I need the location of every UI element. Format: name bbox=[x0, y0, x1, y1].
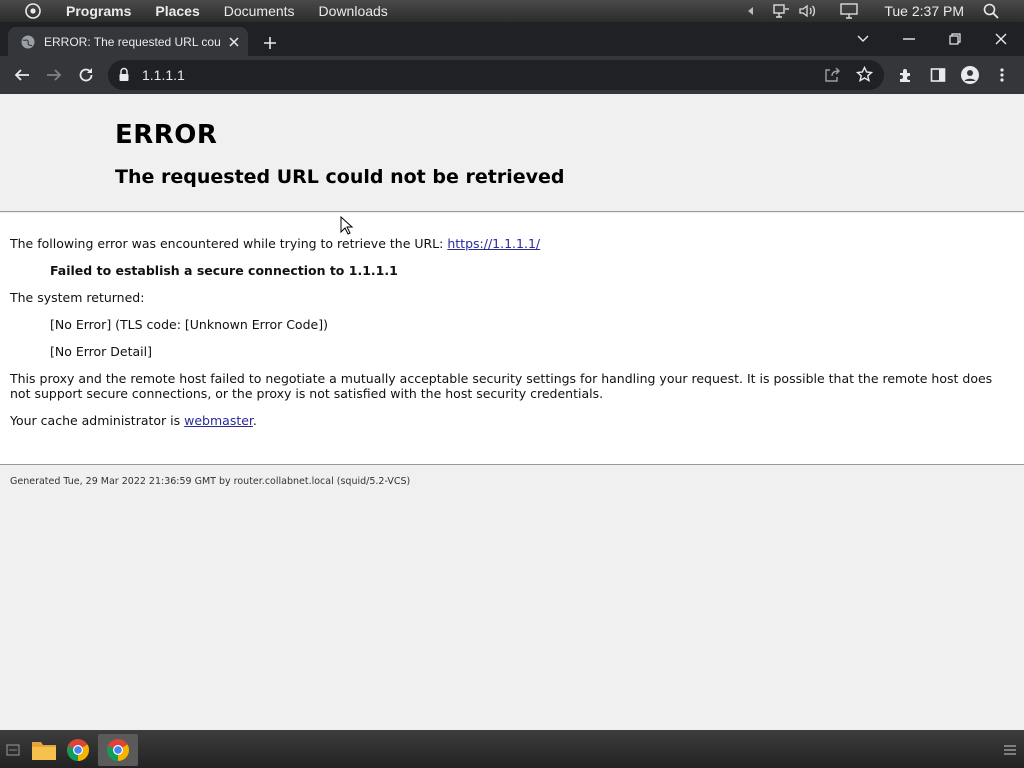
explanation-text: This proxy and the remote host failed to… bbox=[10, 371, 993, 401]
close-window-icon[interactable] bbox=[978, 22, 1024, 56]
page-content: ERROR The requested URL could not be ret… bbox=[0, 94, 1024, 730]
menu-places[interactable]: Places bbox=[155, 3, 199, 19]
intro-text: The following error was encountered whil… bbox=[10, 236, 444, 251]
browser-tab[interactable]: ERROR: The requested URL could not be re… bbox=[8, 27, 248, 56]
page-subtitle: The requested URL could not be retrieved bbox=[115, 166, 565, 188]
admin-suffix: . bbox=[252, 413, 257, 428]
profile-icon[interactable] bbox=[956, 61, 984, 89]
address-text[interactable]: 1.1.1.1 bbox=[142, 67, 185, 83]
forward-icon[interactable] bbox=[40, 61, 68, 89]
generated-footer: Generated Tue, 29 Mar 2022 21:36:59 GMT … bbox=[10, 476, 411, 487]
globe-icon bbox=[20, 34, 36, 50]
display-icon[interactable] bbox=[838, 0, 860, 22]
browser-toolbar: 1.1.1.1 bbox=[0, 56, 1024, 94]
show-desktop-icon[interactable] bbox=[0, 734, 26, 766]
back-icon[interactable] bbox=[8, 61, 36, 89]
admin-prefix: Your cache administrator is bbox=[10, 413, 181, 428]
mouse-cursor-icon bbox=[340, 215, 354, 240]
restore-icon[interactable] bbox=[932, 22, 978, 56]
file-manager-icon[interactable] bbox=[28, 734, 60, 766]
menu-kebab-icon[interactable] bbox=[988, 61, 1016, 89]
panel-collapse-icon[interactable] bbox=[740, 0, 762, 22]
new-tab-icon[interactable] bbox=[258, 31, 282, 55]
address-bar[interactable]: 1.1.1.1 bbox=[108, 60, 884, 90]
url-link[interactable]: https://1.1.1.1/ bbox=[447, 236, 540, 251]
taskbar-menu-icon[interactable] bbox=[996, 734, 1024, 766]
app-menu-icon[interactable] bbox=[22, 0, 44, 22]
clock[interactable]: Tue 2:37 PM bbox=[884, 3, 964, 19]
network-icon[interactable] bbox=[770, 0, 792, 22]
minimize-icon[interactable] bbox=[886, 22, 932, 56]
tab-search-icon[interactable] bbox=[840, 22, 886, 56]
menu-documents[interactable]: Documents bbox=[224, 3, 295, 19]
error-body: The following error was encountered whil… bbox=[0, 213, 1024, 465]
error-message: Failed to establish a secure connection … bbox=[50, 263, 398, 278]
chrome-launcher-icon[interactable] bbox=[62, 734, 94, 766]
admin-line: Your cache administrator is webmaster. bbox=[10, 413, 1010, 428]
webmaster-link[interactable]: webmaster bbox=[184, 413, 253, 428]
error-header: ERROR The requested URL could not be ret… bbox=[0, 94, 1024, 212]
menu-programs[interactable]: Programs bbox=[66, 3, 131, 19]
search-icon[interactable] bbox=[980, 0, 1002, 22]
reload-icon[interactable] bbox=[72, 61, 100, 89]
side-panel-icon[interactable] bbox=[924, 61, 952, 89]
volume-icon[interactable] bbox=[796, 0, 818, 22]
desktop-top-panel: Programs Places Documents Downloads Tue … bbox=[0, 0, 1024, 22]
tab-strip: ERROR: The requested URL could not be re… bbox=[0, 22, 1024, 56]
extensions-icon[interactable] bbox=[892, 61, 920, 89]
share-icon[interactable] bbox=[824, 67, 840, 87]
taskbar bbox=[0, 730, 1024, 768]
error-detail-line: [No Error Detail] bbox=[50, 344, 152, 359]
close-tab-icon[interactable] bbox=[226, 34, 242, 50]
chrome-window-task[interactable] bbox=[98, 734, 138, 766]
tab-title: ERROR: The requested URL could not be re… bbox=[44, 34, 220, 49]
intro-line: The following error was encountered whil… bbox=[10, 236, 1010, 251]
bookmark-star-icon[interactable] bbox=[855, 65, 874, 87]
lock-icon[interactable] bbox=[118, 67, 130, 86]
page-title: ERROR bbox=[115, 120, 218, 150]
tls-code-line: [No Error] (TLS code: [Unknown Error Cod… bbox=[50, 317, 328, 332]
system-returned-label: The system returned: bbox=[10, 290, 145, 305]
menu-downloads[interactable]: Downloads bbox=[319, 3, 388, 19]
